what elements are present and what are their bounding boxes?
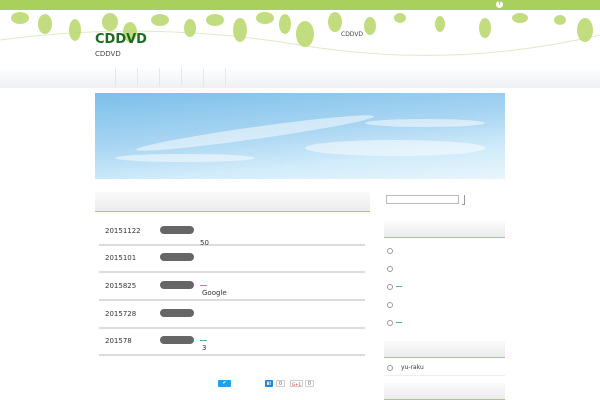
bullet-icon (387, 247, 393, 254)
bullet-icon (387, 283, 393, 290)
widget-list-item[interactable] (387, 265, 396, 272)
category-badge[interactable] (160, 226, 194, 234)
site-description: CDDVD (95, 50, 121, 58)
widget-heading (384, 221, 505, 238)
widget-list-item[interactable] (387, 319, 402, 326)
twitter-share-button[interactable]: ✔ (218, 380, 231, 387)
header-banner-image (95, 93, 505, 179)
widget-link[interactable] (396, 322, 402, 323)
post-row[interactable]: 2015825 Google (99, 274, 365, 301)
recent-comment-item[interactable]: yu-raku (387, 364, 424, 371)
comment-author[interactable]: yu-raku (401, 364, 424, 371)
bullet-icon (387, 319, 393, 326)
bullet-icon (387, 364, 393, 371)
site-header: CDDVD CDDVD CDDVD (0, 10, 600, 70)
search-button[interactable] (462, 195, 465, 205)
post-excerpt: 3 (202, 344, 207, 352)
post-date: 2015825 (105, 282, 137, 290)
post-row[interactable]: 2015101 (99, 246, 365, 273)
widget-heading (384, 341, 505, 358)
bullet-icon (387, 265, 393, 272)
category-badge[interactable] (160, 336, 194, 344)
hatena-bookmark-button[interactable]: B! (265, 380, 273, 387)
divider (384, 375, 505, 376)
post-date: 201578 (105, 337, 132, 345)
category-badge[interactable] (160, 281, 194, 289)
category-badge[interactable] (160, 309, 194, 317)
google-plus-button[interactable]: G+1 (290, 380, 303, 387)
search-input[interactable] (386, 195, 459, 204)
twitter-icon: ✔ (222, 380, 227, 386)
post-date: 20151122 (105, 227, 141, 235)
post-date: 2015728 (105, 310, 137, 318)
widget-list-item[interactable] (387, 247, 396, 254)
widget-list-item[interactable] (387, 301, 396, 308)
main-heading-bar (95, 192, 370, 212)
bullet-icon (387, 301, 393, 308)
global-nav (0, 68, 600, 88)
post-row[interactable]: 20151122 50 (99, 219, 365, 247)
post-row[interactable]: 2015728 (99, 302, 365, 329)
widget-link[interactable] (396, 286, 402, 287)
post-excerpt: Google (202, 289, 227, 297)
post-link[interactable] (200, 340, 207, 341)
leaves-decoration-icon (0, 12, 600, 56)
hatena-count: 0 (276, 380, 285, 387)
post-date: 2015101 (105, 254, 137, 262)
post-row[interactable]: 201578 3 (99, 329, 365, 356)
post-link[interactable] (200, 285, 207, 286)
help-icon[interactable]: ? (496, 1, 503, 8)
header-tagline: CDDVD (341, 31, 364, 38)
category-badge[interactable] (160, 253, 194, 261)
top-bar (0, 0, 600, 10)
widget-heading (384, 383, 505, 400)
site-title[interactable]: CDDVD (95, 32, 147, 47)
google-plus-count: 0 (305, 380, 314, 387)
widget-list-item[interactable] (387, 283, 402, 290)
